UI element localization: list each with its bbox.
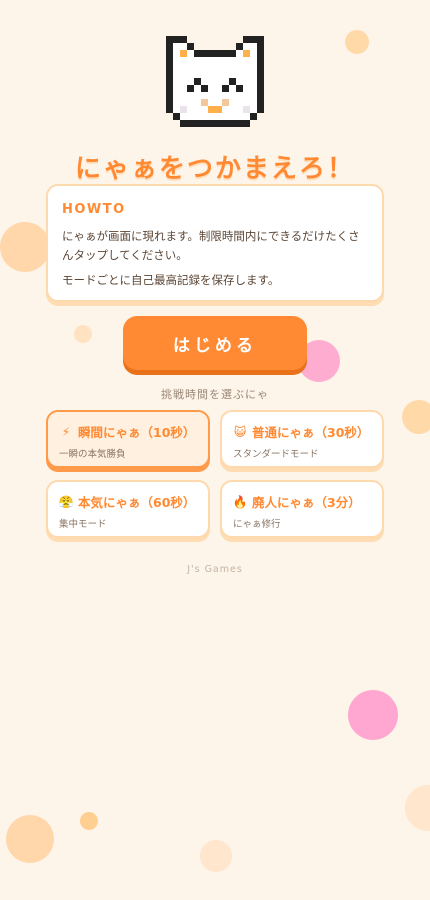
decor-bubble (80, 812, 98, 830)
decor-bubble (74, 325, 92, 343)
fire-icon: 🔥 (232, 494, 248, 509)
decor-bubble (402, 400, 430, 434)
mode-title: 普通にゃぁ（30秒） (252, 425, 370, 440)
howto-heading: HOWTO (62, 202, 126, 217)
mode-card-10s[interactable]: ⚡ 瞬間にゃぁ（10秒） 一瞬の本気勝負 (46, 410, 210, 468)
mode-title: 瞬間にゃぁ（10秒） (78, 425, 196, 440)
footer-credit: J's Games (187, 564, 243, 575)
howto-panel: HOWTO にゃぁが画面に現れます。制限時間内にできるだけたくさんタップしてくだ… (46, 184, 384, 302)
mode-title: 本気にゃぁ（60秒） (78, 495, 196, 510)
mode-subtitle: 一瞬の本気勝負 (59, 449, 126, 460)
decor-bubble (6, 815, 54, 863)
decor-bubble (200, 840, 232, 872)
cat-face-icon: 😺 (233, 424, 247, 439)
start-button[interactable]: はじめる (123, 316, 307, 370)
mode-select-label: 挑戦時間を選ぶにゃ (161, 388, 269, 401)
howto-line-1: にゃぁが画面に現れます。制限時間内にできるだけたくさんタップしてください。 (62, 229, 360, 262)
decor-bubble (405, 785, 430, 831)
mode-card-60s[interactable]: 😤 本気にゃぁ（60秒） 集中モード (46, 480, 210, 538)
mode-title: 廃人にゃぁ（3分） (252, 495, 361, 510)
mode-subtitle: 集中モード (59, 519, 107, 530)
decor-bubble (345, 30, 369, 54)
mode-card-30s[interactable]: 😺 普通にゃぁ（30秒） スタンダードモード (220, 410, 384, 468)
mode-subtitle: にゃぁ修行 (233, 519, 281, 530)
howto-line-2: モードごとに自己最高記録を保存します。 (62, 273, 280, 287)
huffing-face-icon: 😤 (58, 494, 74, 509)
decor-bubble (0, 222, 50, 272)
cat-mascot-icon (166, 36, 264, 134)
mode-card-3min[interactable]: 🔥 廃人にゃぁ（3分） にゃぁ修行 (220, 480, 384, 538)
mode-subtitle: スタンダードモード (233, 449, 319, 460)
decor-bubble (348, 690, 398, 740)
game-title: にゃぁをつかまえろ！ (74, 154, 355, 184)
lightning-icon: ⚡ (61, 424, 71, 439)
